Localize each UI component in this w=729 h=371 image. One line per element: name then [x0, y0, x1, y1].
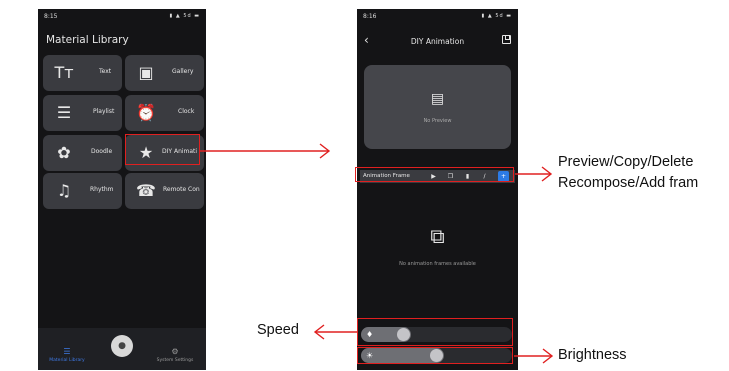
annotation-speed: Speed	[257, 322, 299, 338]
annotation-brightness: Brightness	[558, 347, 627, 363]
annotation-controls-line1: Preview/Copy/Delete	[558, 154, 694, 170]
annotation-controls-line2: Recompose/Add fram	[558, 175, 699, 191]
